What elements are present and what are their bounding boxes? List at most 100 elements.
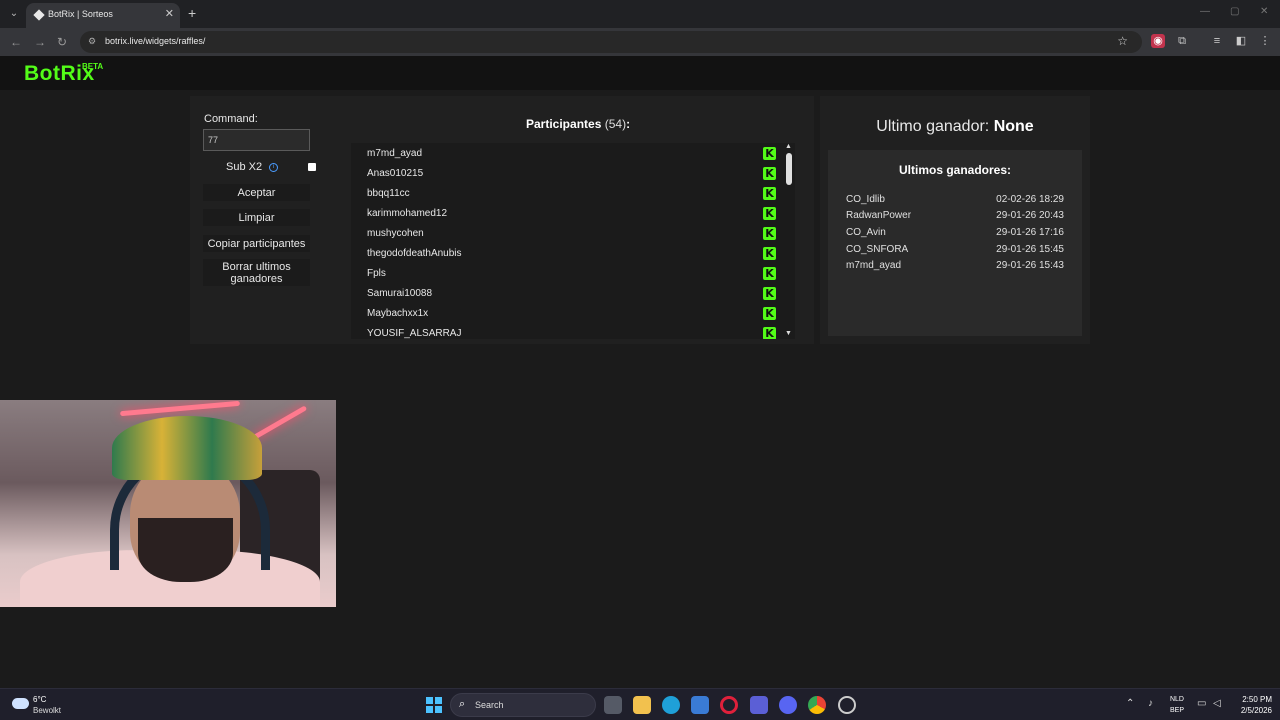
extension-record-icon[interactable]: ◉ [1151, 34, 1165, 48]
participants-title-text: Participantes [526, 117, 602, 131]
network-icon[interactable]: ▭ [1197, 698, 1206, 709]
back-icon[interactable]: ← [10, 35, 22, 49]
delete-winners-button[interactable]: Borrar ultimos ganadores [203, 259, 310, 286]
kick-icon: K [763, 207, 776, 220]
list-item: Maybachxx1x K [351, 304, 777, 324]
tab-title: BotRix | Sorteos [48, 9, 113, 19]
participant-name: bbqq11cc [367, 188, 410, 199]
browser-menu-icon[interactable]: ⋮ [1258, 34, 1272, 48]
list-item: Anas010215 K [351, 164, 777, 184]
participant-name: Maybachxx1x [367, 308, 429, 319]
window-close-icon[interactable]: ✕ [1260, 6, 1268, 17]
clear-button[interactable]: Limpiar [203, 209, 310, 226]
winner-date: 29-01-26 15:43 [996, 260, 1064, 271]
chrome-icon[interactable] [808, 696, 826, 714]
start-icon[interactable] [426, 697, 442, 713]
obs-icon[interactable] [838, 696, 856, 714]
minimize-icon[interactable]: — [1200, 6, 1210, 17]
discord-icon[interactable] [779, 696, 797, 714]
participant-name: thegodofdeathAnubis [367, 248, 462, 259]
kick-icon: K [763, 287, 776, 300]
webcam-overlay [0, 400, 336, 607]
participant-name: YOUSIF_ALSARRAJ [367, 328, 462, 339]
site-info-icon[interactable]: ⚙ [88, 36, 99, 47]
language-bottom[interactable]: BEP [1166, 707, 1188, 714]
app-icon[interactable] [750, 696, 768, 714]
search-icon: ⌕ [459, 698, 466, 710]
browser-tab-bar: ⌄ BotRix | Sorteos ✕ + — ▢ ✕ [0, 0, 1280, 28]
kick-icon: K [763, 247, 776, 260]
tab-close-icon[interactable]: ✕ [165, 7, 174, 20]
neon-light [120, 400, 240, 417]
maximize-icon[interactable]: ▢ [1230, 6, 1239, 17]
participant-name: mushycohen [367, 228, 424, 239]
microphone-icon[interactable]: ♪ [1148, 698, 1153, 709]
neon-light [252, 405, 308, 440]
winner-date: 29-01-26 17:16 [996, 227, 1064, 238]
new-tab-button[interactable]: + [188, 5, 196, 21]
address-bar[interactable]: ⚙ botrix.live/widgets/raffles/ ☆ [80, 31, 1142, 53]
kick-icon: K [763, 167, 776, 180]
cloud-icon[interactable] [12, 698, 29, 709]
info-icon[interactable]: i [269, 163, 278, 172]
forward-icon[interactable]: → [34, 35, 46, 49]
list-item: CO_Avin 29-01-26 17:16 [846, 227, 1064, 243]
store-icon[interactable] [691, 696, 709, 714]
botrix-favicon-icon [33, 9, 45, 21]
kick-icon: K [763, 147, 776, 160]
search-placeholder: Search [475, 700, 504, 710]
browser-toolbar: ← → ↻ ⚙ botrix.live/widgets/raffles/ ☆ ◉… [0, 28, 1280, 56]
kick-icon: K [763, 227, 776, 240]
site-header: BotRix BETA [0, 56, 1280, 90]
beta-badge: BETA [82, 62, 104, 71]
edge-icon[interactable] [662, 696, 680, 714]
clock[interactable]: 2:50 PM 2/5/2026 [1232, 694, 1272, 716]
kick-icon: K [763, 307, 776, 320]
start-tile [426, 697, 433, 704]
participant-name: Anas010215 [367, 168, 424, 179]
list-item: RadwanPower 29-01-26 20:43 [846, 210, 1064, 226]
raffle-panel: Command: Sub X2 i Aceptar Limpiar Copiar… [190, 96, 814, 344]
tray-overflow-icon[interactable]: ⌃ [1126, 698, 1134, 709]
last-winner-label: Ultimo ganador: [876, 118, 990, 135]
clock-date: 2/5/2026 [1240, 706, 1272, 715]
kick-icon: K [763, 187, 776, 200]
bookmark-star-icon[interactable]: ☆ [1117, 34, 1128, 48]
browser-tab[interactable]: BotRix | Sorteos ✕ [26, 3, 180, 28]
opera-icon[interactable] [720, 696, 738, 714]
weather-temperature[interactable]: 6°C [33, 695, 46, 704]
profile-icon[interactable]: ◧ [1234, 34, 1248, 48]
participant-name: Samurai10088 [367, 288, 433, 299]
sub-x2-label: Sub X2 [226, 161, 263, 173]
url-text[interactable]: botrix.live/widgets/raffles/ [105, 36, 205, 46]
list-item: karimmohamed12 K [351, 204, 777, 224]
task-view-icon[interactable] [604, 696, 622, 714]
scroll-thumb[interactable] [786, 153, 792, 185]
language-top[interactable]: NLD [1166, 696, 1188, 703]
winner-date: 29-01-26 20:43 [996, 210, 1064, 221]
list-item: CO_Idlib 02-02-26 18:29 [846, 194, 1064, 210]
winner-name: CO_Idlib [846, 194, 885, 205]
file-explorer-icon[interactable] [633, 696, 651, 714]
reload-icon[interactable]: ↻ [57, 35, 67, 49]
clock-time: 2:50 PM [1242, 695, 1272, 704]
accept-button[interactable]: Aceptar [203, 184, 310, 201]
participant-name: Fpls [367, 268, 386, 279]
media-controls-icon[interactable]: ≡ [1210, 34, 1224, 48]
sub-x2-checkbox[interactable] [308, 163, 316, 171]
list-item: Fpls K [351, 264, 777, 284]
taskbar-search[interactable]: ⌕ Search [450, 693, 596, 717]
volume-icon[interactable]: ◁ [1213, 698, 1221, 709]
list-item: bbqq11cc K [351, 184, 777, 204]
scroll-up-icon[interactable]: ▲ [785, 143, 792, 150]
tab-search-icon[interactable]: ⌄ [6, 6, 22, 22]
participants-title: Participantes (54): [526, 117, 630, 131]
participants-list[interactable]: m7md_ayad K Anas010215 K bbqq11cc K kari… [351, 143, 795, 339]
extensions-puzzle-icon[interactable]: ⧉ [1175, 34, 1189, 48]
command-input[interactable] [203, 129, 310, 151]
participants-scrollbar[interactable]: ▲ ▼ [783, 143, 795, 339]
weather-description[interactable]: Bewolkt [33, 706, 61, 715]
copy-participants-button[interactable]: Copiar participantes [203, 235, 310, 252]
scroll-down-icon[interactable]: ▼ [785, 330, 792, 337]
list-item: YOUSIF_ALSARRAJ K [351, 324, 777, 339]
